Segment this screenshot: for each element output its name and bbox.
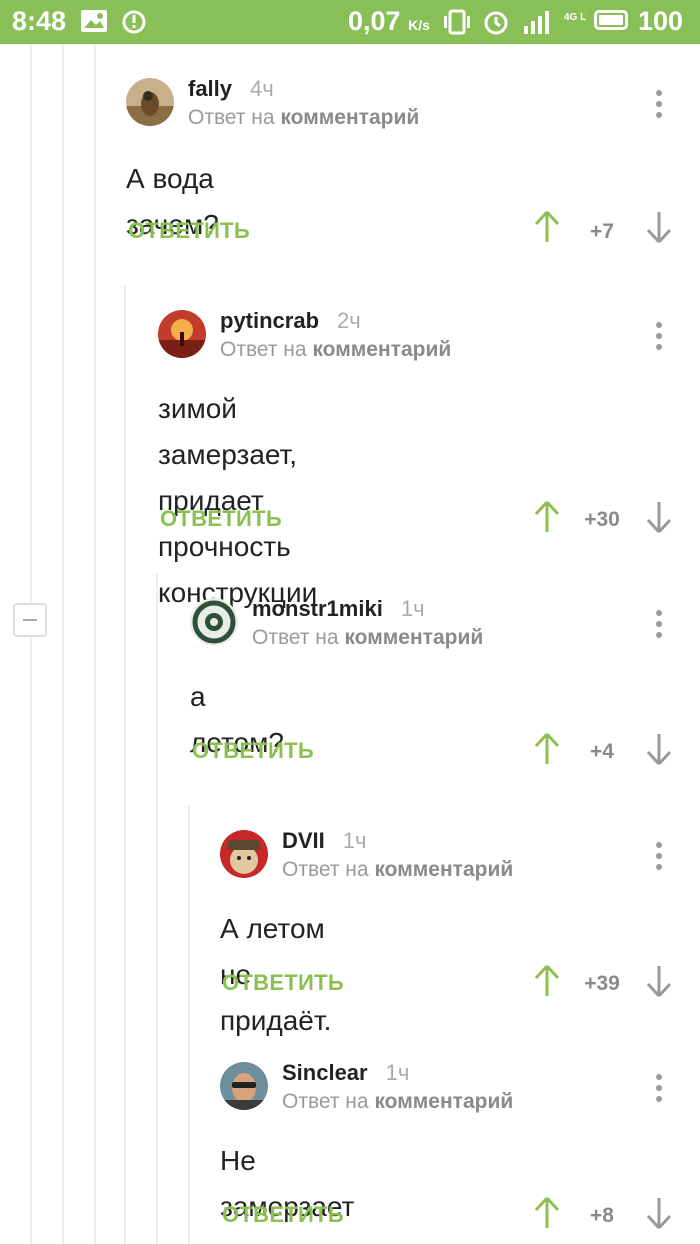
vote-down-icon[interactable] (646, 1196, 672, 1235)
author-name[interactable]: DVII (282, 828, 325, 853)
reply-to-line: Ответ на комментарий (188, 106, 420, 129)
alarm-icon (482, 8, 510, 43)
comment-time: 4ч (250, 76, 274, 101)
vote-up-icon[interactable] (534, 964, 560, 1003)
reply-to-line: Ответ на комментарий (282, 858, 514, 881)
vote-score: +39 (584, 972, 620, 995)
reply-to-line: Ответ на комментарий (282, 1090, 514, 1113)
thread-line (188, 806, 190, 1244)
comment-text: зимой замерзает, придает прочность констр… (158, 393, 318, 608)
reply-to-line: Ответ на комментарий (220, 338, 452, 361)
reply-to-line: Ответ на комментарий (252, 626, 484, 649)
reply-target-link[interactable]: комментарий (344, 626, 483, 649)
reply-target-link[interactable]: комментарий (312, 338, 451, 361)
collapse-thread-button[interactable] (13, 603, 47, 637)
author-name[interactable]: fally (188, 76, 232, 101)
vote-up-icon[interactable] (534, 210, 560, 249)
vote-up-icon[interactable] (534, 1196, 560, 1235)
thread-line (94, 44, 96, 1244)
avatar[interactable] (220, 1062, 268, 1110)
comment-time: 1ч (342, 828, 367, 853)
vote-up-icon[interactable] (534, 500, 560, 539)
reply-button[interactable]: ОТВЕТИТЬ (192, 738, 314, 764)
more-menu-icon[interactable] (656, 842, 662, 875)
more-menu-icon[interactable] (656, 90, 662, 123)
thread-line (124, 286, 126, 1244)
reply-button[interactable]: ОТВЕТИТЬ (222, 970, 344, 996)
vote-up-icon[interactable] (534, 732, 560, 771)
thread-line (156, 574, 158, 1244)
vote-down-icon[interactable] (646, 732, 672, 771)
comment-time: 1ч (400, 596, 425, 621)
author-name[interactable]: Sinclear (282, 1060, 368, 1085)
more-menu-icon[interactable] (656, 610, 662, 643)
gallery-notification-icon (80, 8, 108, 41)
author-name[interactable]: monstr1miki (252, 596, 383, 621)
vote-down-icon[interactable] (646, 210, 672, 249)
reply-target-link[interactable]: комментарий (374, 1090, 513, 1113)
comment-time: 2ч (337, 308, 361, 333)
vote-score: +30 (584, 508, 620, 531)
battery-icon (594, 10, 628, 30)
network-type-label: 4G LTE (564, 12, 586, 23)
vote-score: +8 (590, 1204, 614, 1227)
avatar[interactable] (220, 830, 268, 878)
more-menu-icon[interactable] (656, 322, 662, 355)
thread-line (62, 44, 64, 1244)
reply-button[interactable]: ОТВЕТИТЬ (222, 1202, 344, 1228)
vibrate-icon (442, 8, 472, 43)
more-menu-icon[interactable] (656, 1074, 662, 1107)
status-time: 8:48 (12, 6, 67, 36)
avatar[interactable] (158, 310, 206, 358)
avatar[interactable] (126, 78, 174, 126)
thread-line (30, 44, 32, 1244)
vote-down-icon[interactable] (646, 964, 672, 1003)
network-speed-unit: K/s (408, 17, 430, 33)
vote-score: +7 (590, 220, 614, 243)
status-bar: 8:48 0,07 K/s 4G LTE 100 (0, 0, 700, 44)
vote-down-icon[interactable] (646, 500, 672, 539)
sync-icon (120, 8, 148, 43)
network-speed: 0,07 K/s (348, 6, 430, 36)
signal-icon: 4G LTE (522, 8, 599, 43)
reply-button[interactable]: ОТВЕТИТЬ (128, 218, 250, 244)
avatar[interactable] (190, 598, 238, 646)
reply-button[interactable]: ОТВЕТИТЬ (160, 506, 282, 532)
comment-time: 1ч (385, 1060, 410, 1085)
battery-level: 100 (638, 6, 684, 36)
vote-score: +4 (590, 740, 614, 763)
reply-target-link[interactable]: комментарий (280, 106, 419, 129)
author-name[interactable]: pytincrab (220, 308, 319, 333)
reply-target-link[interactable]: комментарий (374, 858, 513, 881)
